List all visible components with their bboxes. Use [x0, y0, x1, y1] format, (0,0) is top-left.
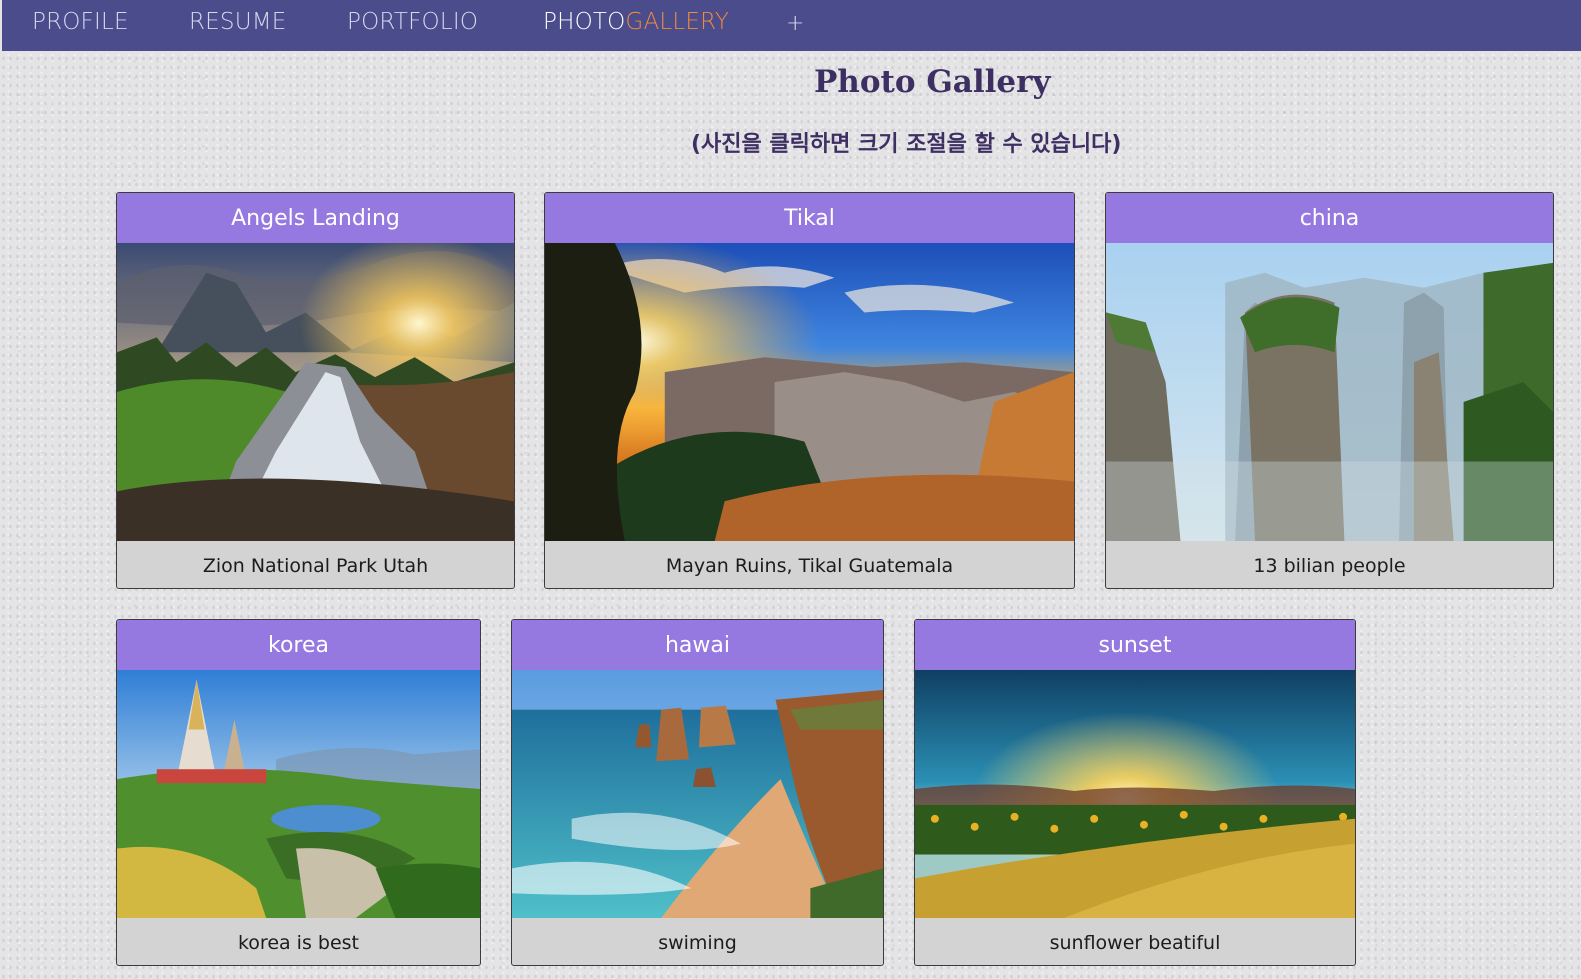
- nav-item-photogallery-main: PHOTO: [543, 9, 626, 35]
- canyon-sunburst-photo[interactable]: [545, 243, 1074, 541]
- pagoda-garden-photo[interactable]: [117, 670, 480, 918]
- card-caption: sunflower beatiful: [1049, 932, 1221, 954]
- card-caption: Mayan Ruins, Tikal Guatemala: [665, 555, 954, 577]
- top-nav-bar: PROFILE RESUME PORTFOLIO PHOTOGALLERY +: [2, 0, 1581, 51]
- coastal-cliffs-photo[interactable]: [512, 670, 883, 918]
- gallery-card-korea[interactable]: korea korea is best: [116, 619, 481, 966]
- card-caption: 13 bilian people: [1253, 555, 1406, 577]
- gallery-card-angels-landing[interactable]: Angels Landing Zion National Park Utah: [116, 192, 515, 589]
- card-caption: swiming: [658, 932, 737, 954]
- card-caption: Zion National Park Utah: [202, 555, 429, 577]
- gallery-card-tikal[interactable]: Tikal Mayan Ruins, Tikal Guatemala: [544, 192, 1075, 589]
- card-title: Angels Landing: [117, 193, 514, 243]
- sunflower-field-sunset-photo[interactable]: [915, 670, 1355, 918]
- gallery-card-hawai[interactable]: hawai swiming: [511, 619, 884, 966]
- nav-item-photogallery[interactable]: PHOTOGALLERY: [543, 9, 729, 35]
- gallery-card-sunset[interactable]: sunset sunflower beatiful: [914, 619, 1356, 966]
- nav-item-profile[interactable]: PROFILE: [32, 9, 129, 35]
- page-title: Photo Gallery: [814, 64, 1051, 100]
- gallery-card-china[interactable]: china 13 bilian people: [1105, 192, 1554, 589]
- card-title: china: [1106, 193, 1553, 243]
- nav-add-button[interactable]: +: [786, 11, 805, 36]
- nav-item-resume[interactable]: RESUME: [189, 9, 287, 35]
- mountain-waterfall-sunset-photo[interactable]: [117, 243, 514, 541]
- nav-item-photogallery-accent: GALLERY: [625, 9, 730, 35]
- card-caption: korea is best: [237, 932, 360, 954]
- card-title: Tikal: [545, 193, 1074, 243]
- card-title: hawai: [512, 620, 883, 670]
- karst-pillars-photo[interactable]: [1106, 243, 1553, 541]
- nav-item-portfolio[interactable]: PORTFOLIO: [347, 9, 478, 35]
- card-title: sunset: [915, 620, 1355, 670]
- page-subtitle: (사진을 클릭하면 크기 조절을 할 수 있습니다): [691, 132, 1122, 157]
- card-title: korea: [117, 620, 480, 670]
